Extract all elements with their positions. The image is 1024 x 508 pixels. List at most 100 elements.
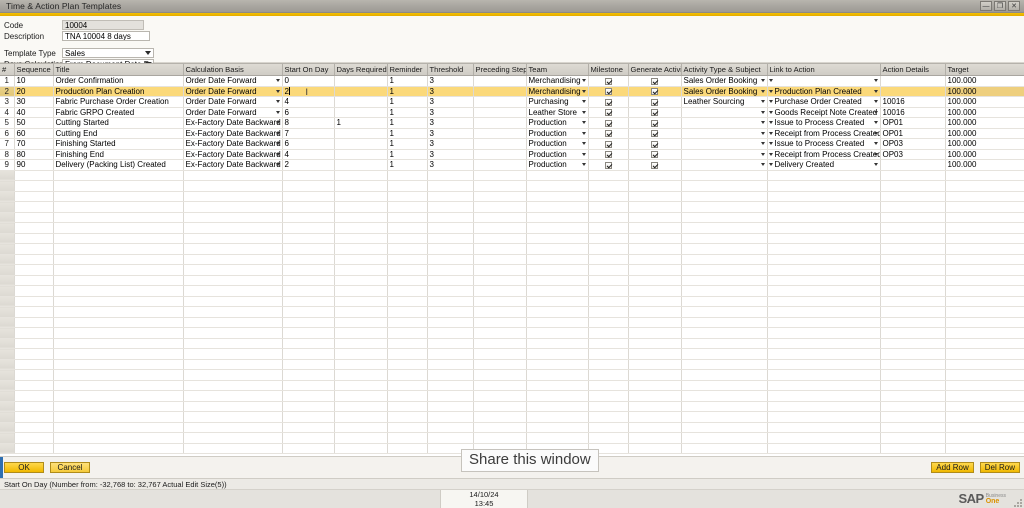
cell-sequence[interactable]: 20 bbox=[14, 86, 54, 97]
del-row-button[interactable]: Del Row bbox=[979, 462, 1020, 473]
cell-threshold[interactable]: 3 bbox=[427, 86, 474, 97]
empty-grid-row[interactable] bbox=[0, 369, 1024, 381]
code-input[interactable]: 10004 bbox=[62, 20, 144, 30]
empty-grid-row[interactable] bbox=[0, 380, 1024, 391]
cell-milestone-checkbox[interactable] bbox=[588, 149, 629, 160]
cell-sequence[interactable]: 70 bbox=[14, 138, 54, 150]
generate-activity-checkbox[interactable] bbox=[651, 77, 658, 85]
row-number[interactable]: 1 bbox=[0, 75, 15, 87]
cell-title[interactable]: Finishing Started bbox=[53, 138, 184, 150]
generate-activity-checkbox[interactable] bbox=[651, 151, 658, 159]
cell-reminder[interactable]: 1 bbox=[387, 107, 428, 118]
table-row[interactable]: 8 80 Finishing End Ex-Factory Date Backward… bbox=[0, 149, 1024, 160]
cell-preceding-step[interactable] bbox=[473, 86, 527, 97]
empty-grid-row[interactable] bbox=[0, 212, 1024, 223]
table-row[interactable]: 7 70 Finishing Started Ex-Factory Date Back… bbox=[0, 138, 1024, 150]
cell-link-to-action[interactable] bbox=[767, 75, 881, 87]
cell-team[interactable]: Production bbox=[526, 138, 589, 150]
cell-calculation-basis[interactable]: Order Date Forward bbox=[183, 75, 283, 87]
cell-calculation-basis[interactable]: Order Date Forward bbox=[183, 96, 283, 108]
cell-reminder[interactable]: 1 bbox=[387, 149, 428, 160]
minimize-icon[interactable]: — bbox=[980, 1, 992, 11]
cell-action-details[interactable]: OP03 bbox=[880, 138, 946, 150]
cell-title[interactable]: Cutting End bbox=[53, 128, 184, 139]
cell-sequence[interactable]: 10 bbox=[14, 75, 54, 87]
cell-action-details[interactable] bbox=[880, 159, 946, 171]
cell-preceding-step[interactable] bbox=[473, 138, 527, 150]
cell-days-required[interactable] bbox=[334, 96, 388, 108]
cell-team[interactable]: Production bbox=[526, 128, 589, 139]
cell-milestone-checkbox[interactable] bbox=[588, 107, 629, 118]
cell-team[interactable]: Merchandising bbox=[526, 75, 589, 87]
cell-calculation-basis[interactable]: Order Date Forward bbox=[183, 86, 283, 97]
table-row[interactable]: 3 30 Fabric Purchase Order Creation Order D… bbox=[0, 96, 1024, 108]
cell-start-on-day[interactable]: 2I bbox=[282, 86, 335, 97]
cell-milestone-checkbox[interactable] bbox=[588, 117, 629, 129]
row-number[interactable]: 3 bbox=[0, 96, 15, 108]
cell-title[interactable]: Production Plan Creation bbox=[53, 86, 184, 97]
cell-sequence[interactable]: 60 bbox=[14, 128, 54, 139]
cell-start-on-day[interactable]: 2 bbox=[282, 159, 335, 171]
restore-icon[interactable]: ❐ bbox=[994, 1, 1006, 11]
cell-start-on-day[interactable]: 6 bbox=[282, 138, 335, 150]
col-header-team[interactable]: Team bbox=[526, 64, 589, 76]
col-header-activity-type[interactable]: Activity Type & Subject bbox=[681, 64, 768, 76]
cell-generate-activity-checkbox[interactable] bbox=[628, 117, 682, 129]
ok-button[interactable]: OK bbox=[4, 462, 44, 473]
cell-days-required[interactable] bbox=[334, 86, 388, 97]
empty-grid-row[interactable] bbox=[0, 390, 1024, 402]
cell-preceding-step[interactable] bbox=[473, 159, 527, 171]
empty-grid-row[interactable] bbox=[0, 348, 1024, 360]
cell-team[interactable]: Merchandising bbox=[526, 86, 589, 97]
generate-activity-checkbox[interactable] bbox=[651, 88, 658, 96]
cell-preceding-step[interactable] bbox=[473, 117, 527, 129]
empty-grid-row[interactable] bbox=[0, 275, 1024, 286]
cell-threshold[interactable]: 3 bbox=[427, 96, 474, 108]
milestone-checkbox[interactable] bbox=[604, 130, 612, 138]
cell-days-required[interactable] bbox=[334, 159, 388, 171]
generate-activity-checkbox[interactable] bbox=[651, 109, 658, 117]
cell-reminder[interactable]: 1 bbox=[387, 96, 428, 108]
cell-sequence[interactable]: 80 bbox=[14, 149, 54, 160]
row-number[interactable]: 5 bbox=[0, 117, 15, 129]
milestone-checkbox[interactable] bbox=[604, 77, 612, 85]
milestone-checkbox[interactable] bbox=[604, 140, 612, 148]
cell-reminder[interactable]: 1 bbox=[387, 117, 428, 129]
empty-grid-row[interactable] bbox=[0, 296, 1024, 307]
cell-title[interactable]: Delivery (Packing List) Created bbox=[53, 159, 184, 171]
cell-activity-type[interactable] bbox=[681, 149, 768, 160]
cell-calculation-basis[interactable]: Ex-Factory Date Backward bbox=[183, 138, 283, 150]
cell-generate-activity-checkbox[interactable] bbox=[628, 86, 682, 97]
col-header-threshold[interactable]: Threshold bbox=[427, 64, 474, 76]
row-number[interactable]: 9 bbox=[0, 159, 15, 171]
cell-start-on-day[interactable]: 4 bbox=[282, 96, 335, 108]
cell-days-required[interactable]: 1 bbox=[334, 117, 388, 129]
col-header-days-required[interactable]: Days Required bbox=[334, 64, 388, 76]
cell-generate-activity-checkbox[interactable] bbox=[628, 107, 682, 118]
empty-grid-row[interactable] bbox=[0, 432, 1024, 444]
cell-title[interactable]: Fabric Purchase Order Creation bbox=[53, 96, 184, 108]
generate-activity-checkbox[interactable] bbox=[651, 98, 658, 106]
empty-grid-row[interactable] bbox=[0, 180, 1024, 192]
cell-calculation-basis[interactable]: Ex-Factory Date Backward bbox=[183, 149, 283, 160]
empty-grid-row[interactable] bbox=[0, 191, 1024, 202]
cell-reminder[interactable]: 1 bbox=[387, 138, 428, 150]
empty-grid-row[interactable] bbox=[0, 285, 1024, 297]
col-header-action-details[interactable]: Action Details bbox=[880, 64, 946, 76]
cancel-button[interactable]: Cancel bbox=[50, 462, 90, 473]
col-header-generate-activity[interactable]: Generate Activity bbox=[628, 64, 682, 76]
cell-milestone-checkbox[interactable] bbox=[588, 75, 629, 87]
cell-preceding-step[interactable] bbox=[473, 75, 527, 87]
cell-link-to-action[interactable]: Delivery Created bbox=[767, 159, 881, 171]
cell-calculation-basis[interactable]: Ex-Factory Date Backward bbox=[183, 159, 283, 171]
row-number[interactable]: 8 bbox=[0, 149, 15, 160]
cell-threshold[interactable]: 3 bbox=[427, 117, 474, 129]
cell-start-on-day[interactable]: 7 bbox=[282, 128, 335, 139]
cell-link-to-action[interactable]: Issue to Process Created bbox=[767, 117, 881, 129]
cell-days-required[interactable] bbox=[334, 138, 388, 150]
close-icon[interactable]: ✕ bbox=[1008, 1, 1020, 11]
cell-team[interactable]: Production bbox=[526, 159, 589, 171]
generate-activity-checkbox[interactable] bbox=[651, 161, 658, 169]
cell-action-details[interactable]: 10016 bbox=[880, 107, 946, 118]
cell-generate-activity-checkbox[interactable] bbox=[628, 159, 682, 171]
